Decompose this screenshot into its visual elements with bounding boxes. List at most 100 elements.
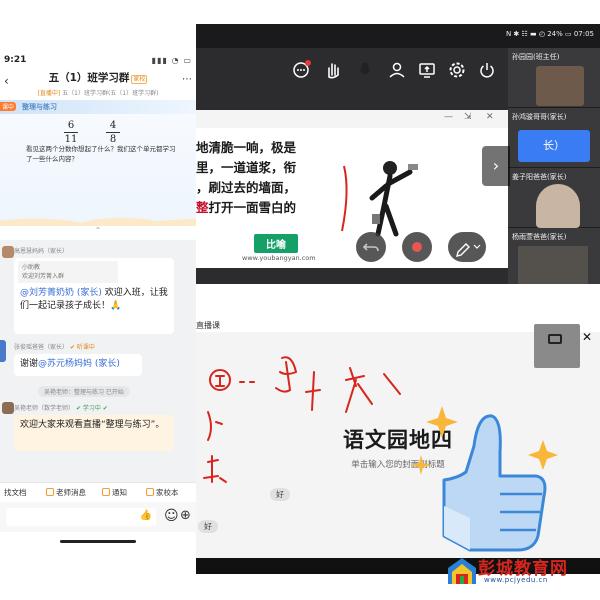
watermark-url: www.pcjyedu.cn [484, 576, 548, 584]
tablet-status-bar: N ✱ ☷ ▬ ◴ 24% ▭ 07:05 [196, 24, 600, 48]
emoji-icon[interactable]: ☺ [164, 508, 179, 524]
mention[interactable]: @刘芳菁奶奶 (家长) [20, 288, 102, 298]
fraction-2-num: 4 [109, 120, 117, 131]
like-icon[interactable]: 👍 [140, 510, 152, 521]
slide-text: 地清脆一响，极是 里，一道道浆，衔 ，刷过去的墙面， 整打开一面雪白的 [196, 138, 322, 218]
participant-tile[interactable]: 姜子阳爸爸(家长) [508, 168, 600, 228]
collapse-chevron-icon[interactable]: ⌃ [0, 226, 196, 240]
sender-name: 吴艳老师（数学老师） [14, 405, 75, 412]
slide-window-titlebar: — ⇲ ✕ [196, 110, 508, 128]
record-icon[interactable] [402, 232, 432, 262]
system-notice: 吴艳老师：整理与练习 已开始 [38, 386, 130, 397]
sender-name: 张俊瑶爸爸（家长） [14, 344, 69, 351]
slide-line-text: 打开一面雪白的 [208, 200, 297, 215]
home-indicator [60, 540, 136, 543]
slide-url: www.youbangyan.com [242, 254, 316, 262]
sparkle-icon [528, 440, 558, 470]
tool-label: 老师消息 [56, 488, 86, 497]
slide-line: 里，一道道浆，衔 [196, 160, 297, 175]
lesson-name: 整理与练习 [22, 103, 57, 111]
participant-name: 孙园园(班主任) [512, 53, 560, 61]
participant-tile[interactable]: 孙园园(班主任) [508, 48, 600, 108]
fraction-2: 4 8 [106, 120, 120, 145]
message-bubble[interactable]: 欢迎大家来观看直播“整理与练习”。 [14, 415, 174, 451]
status-icons: ▮▮▮ ◔ ▭ [151, 56, 192, 65]
mention[interactable]: @苏元杨妈妈 (家长) [38, 359, 120, 369]
notice-button[interactable]: 通知 [102, 487, 127, 498]
painter-illustration [341, 161, 418, 237]
participant-video [536, 66, 584, 106]
mic-muted-icon[interactable] [356, 61, 374, 79]
tool-label: 找文档 [4, 488, 27, 497]
avatar[interactable] [0, 340, 6, 362]
next-page-icon[interactable]: › [482, 146, 510, 186]
quote-line: 小助教 [22, 264, 41, 271]
quoted-message: 小助教 欢迎刘芳菁入群 [18, 261, 118, 283]
user-icon[interactable] [388, 61, 406, 79]
settings-icon[interactable] [448, 61, 466, 79]
raise-hand-icon[interactable] [324, 61, 342, 79]
chat-toolbar: 找文档 老师消息 通知 家校本 [0, 482, 196, 502]
presentation-window: 直播课 语文园地四 单击输入您的封面副标题 好 好 ✕ [196, 318, 600, 574]
teacher-messages-button[interactable]: 老师消息 [46, 487, 86, 498]
tool-label: 家校本 [156, 488, 179, 497]
message-sender: 张俊瑶爸爸（家长） ✔ 听课中 [14, 342, 95, 351]
message-icon [46, 488, 54, 496]
status-bar: 9:21 ▮▮▮ ◔ ▭ [0, 52, 196, 70]
phone-screen: 9:21 ▮▮▮ ◔ ▭ ‹ 五（1）班学习群 家校 ⋯ [直播中] 五（1）班学… [0, 52, 196, 548]
live-class-window: N ✱ ☷ ▬ ◴ 24% ▭ 07:05 孙园园(班主任) 孙鸿骏哥哥(家长)… [196, 24, 600, 284]
live-status: [直播中] [37, 90, 61, 97]
undo-icon[interactable] [356, 232, 386, 262]
group-subtitle-text: 五（1）班学习群(五（1）班学习群) [62, 90, 159, 97]
share-screen-icon[interactable] [418, 61, 436, 79]
participant-tile[interactable]: 孙鸿骏哥哥(家长) 长） [508, 108, 600, 168]
slide-line: ，刷过去的墙面， [196, 180, 297, 195]
message-input[interactable]: 👍 [6, 508, 156, 526]
slide-line: 地清脆一响，极是 [196, 140, 297, 155]
chat-list[interactable]: 高恩慧妈妈（家长） 小助教 欢迎刘芳菁入群 @刘芳菁奶奶 (家长) 欢迎入班，让… [0, 240, 196, 482]
participant-tile[interactable]: 杨雨萱爸爸(家长) [508, 228, 600, 284]
lesson-preview[interactable]: 课中 整理与练习 6 11 4 8 看见这两个分数你想起了什么？我们这个单元都学… [0, 100, 196, 226]
more-icon[interactable]: ⋯ [182, 74, 192, 85]
sender-status: ✔ 学习中 ✔ [75, 405, 108, 412]
participant-video [536, 184, 580, 228]
group-title: 五（1）班学习群 家校 [0, 70, 196, 85]
close-icon[interactable]: ✕ [582, 330, 592, 344]
danmaku-comment: 好 [270, 488, 290, 501]
message-sender: 高恩慧妈妈（家长） [14, 248, 69, 255]
participant-name: 孙鸿骏哥哥(家长) [512, 113, 567, 121]
group-name: 五（1）班学习群 [48, 72, 130, 84]
slide-line: 整打开一面雪白的 [196, 198, 322, 218]
group-tag: 家校 [131, 74, 148, 84]
avatar[interactable] [2, 402, 14, 414]
danmaku-comment: 好 [198, 520, 218, 533]
window-title: 直播课 [196, 321, 220, 330]
cloud-decoration [0, 196, 196, 226]
close-icon[interactable]: ✕ [486, 112, 494, 122]
add-icon[interactable]: ⊕ [180, 508, 191, 523]
camera-frame-icon [548, 334, 562, 344]
participant-list: 孙园园(班主任) 孙鸿骏哥哥(家长) 长） 姜子阳爸爸(家长) 杨雨萱爸爸(家长… [508, 48, 600, 284]
tool-label: 通知 [112, 488, 127, 497]
site-watermark: 彭城教育网 www.pcjyedu.cn [444, 554, 600, 600]
fraction-1-num: 6 [67, 120, 75, 131]
message-bubble[interactable]: 谢谢@苏元杨妈妈 (家长) [14, 354, 142, 376]
find-docs-button[interactable]: 找文档 [4, 487, 27, 498]
meeting-toolbar [196, 48, 508, 94]
power-icon[interactable] [478, 61, 496, 79]
homework-book-button[interactable]: 家校本 [146, 487, 179, 498]
metaphor-tag: 比喻 [254, 234, 298, 253]
chat-icon[interactable] [292, 60, 311, 79]
status-time: 9:21 [4, 55, 27, 65]
message-bubble[interactable]: 小助教 欢迎刘芳菁入群 @刘芳菁奶奶 (家长) 欢迎入班，让我们一起记录孩子成长… [14, 258, 174, 334]
participant-video [518, 246, 588, 284]
resize-icon[interactable]: ⇲ [464, 112, 472, 122]
sparkle-icon [426, 406, 458, 438]
minimize-icon[interactable]: — [444, 112, 453, 122]
tablet-status: N ✱ ☷ ▬ ◴ 24% ▭ 07:05 [505, 30, 594, 38]
participant-name: 姜子阳爸爸(家长) [512, 173, 567, 181]
teacher-camera[interactable] [534, 324, 580, 368]
pen-tool-icon[interactable] [448, 232, 486, 262]
avatar[interactable] [2, 246, 14, 258]
notice-icon [102, 488, 110, 496]
